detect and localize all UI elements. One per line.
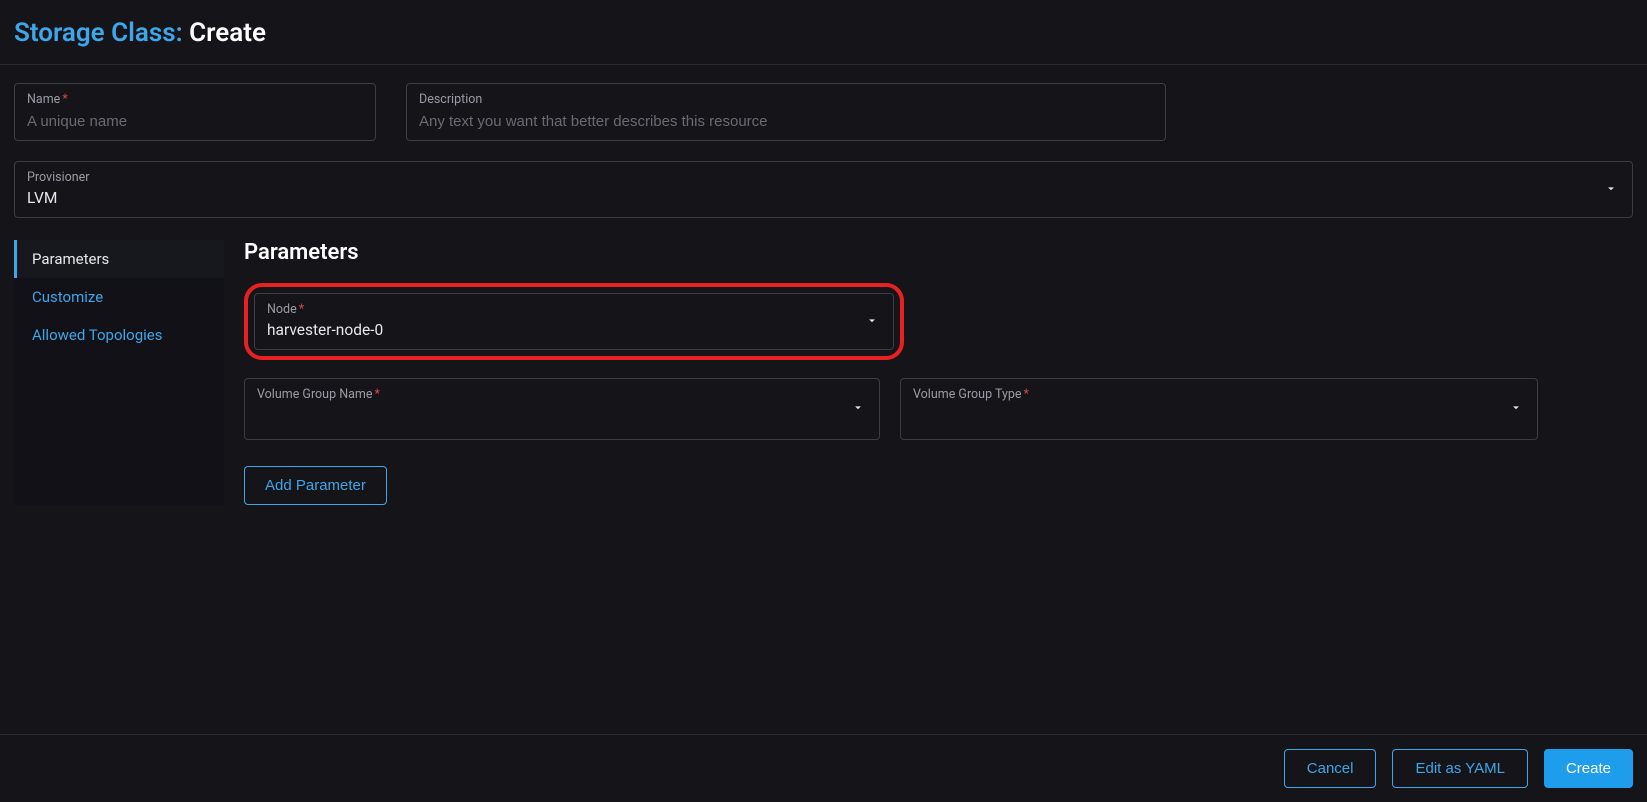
description-input[interactable] <box>419 113 1153 130</box>
required-marker: * <box>62 92 67 107</box>
node-row: Node* harvester-node-0 <box>244 283 1633 360</box>
create-button[interactable]: Create <box>1544 749 1633 788</box>
provisioner-select[interactable]: Provisioner LVM <box>14 161 1633 218</box>
required-marker: * <box>375 387 380 402</box>
provisioner-label: Provisioner <box>27 170 1620 185</box>
content-area: Name* Description Provisioner LVM Parame… <box>0 83 1647 505</box>
node-select[interactable]: Node* harvester-node-0 <box>254 293 894 350</box>
tab-customize[interactable]: Customize <box>14 278 224 316</box>
cancel-button[interactable]: Cancel <box>1284 749 1377 788</box>
chevron-down-icon <box>1509 400 1523 419</box>
edit-as-yaml-button[interactable]: Edit as YAML <box>1392 749 1528 788</box>
tab-parameters[interactable]: Parameters <box>14 240 224 278</box>
provisioner-value: LVM <box>27 189 1620 207</box>
node-label: Node* <box>267 302 881 317</box>
side-tabs: Parameters Customize Allowed Topologies <box>14 240 224 505</box>
page-title: Storage Class: Create <box>14 18 1633 48</box>
parameters-panel: Parameters Node* harvester-node-0 <box>224 240 1633 505</box>
volume-group-row: Volume Group Name* Volume Group Type* <box>244 378 1633 440</box>
name-label: Name* <box>27 92 363 107</box>
chevron-down-icon <box>851 400 865 419</box>
volume-group-name-label: Volume Group Name* <box>257 387 867 402</box>
description-label: Description <box>419 92 1153 107</box>
required-marker: * <box>299 302 304 317</box>
add-parameter-button[interactable]: Add Parameter <box>244 466 387 505</box>
volume-group-type-label: Volume Group Type* <box>913 387 1525 402</box>
top-fields-row: Name* Description <box>14 83 1633 141</box>
node-value: harvester-node-0 <box>267 321 881 339</box>
page-header: Storage Class: Create <box>0 0 1647 65</box>
name-field-box[interactable]: Name* <box>14 83 376 141</box>
main-area: Parameters Customize Allowed Topologies … <box>14 240 1633 505</box>
description-field-box[interactable]: Description <box>406 83 1166 141</box>
footer-actions: Cancel Edit as YAML Create <box>0 734 1647 802</box>
panel-title: Parameters <box>244 240 1633 265</box>
volume-group-name-select[interactable]: Volume Group Name* <box>244 378 880 440</box>
tab-allowed-topologies[interactable]: Allowed Topologies <box>14 316 224 354</box>
volume-group-type-select[interactable]: Volume Group Type* <box>900 378 1538 440</box>
name-input[interactable] <box>27 113 363 130</box>
breadcrumb-resource[interactable]: Storage Class: <box>14 18 183 48</box>
node-highlight-annotation: Node* harvester-node-0 <box>244 283 904 360</box>
required-marker: * <box>1024 387 1029 402</box>
breadcrumb-action: Create <box>189 18 266 48</box>
